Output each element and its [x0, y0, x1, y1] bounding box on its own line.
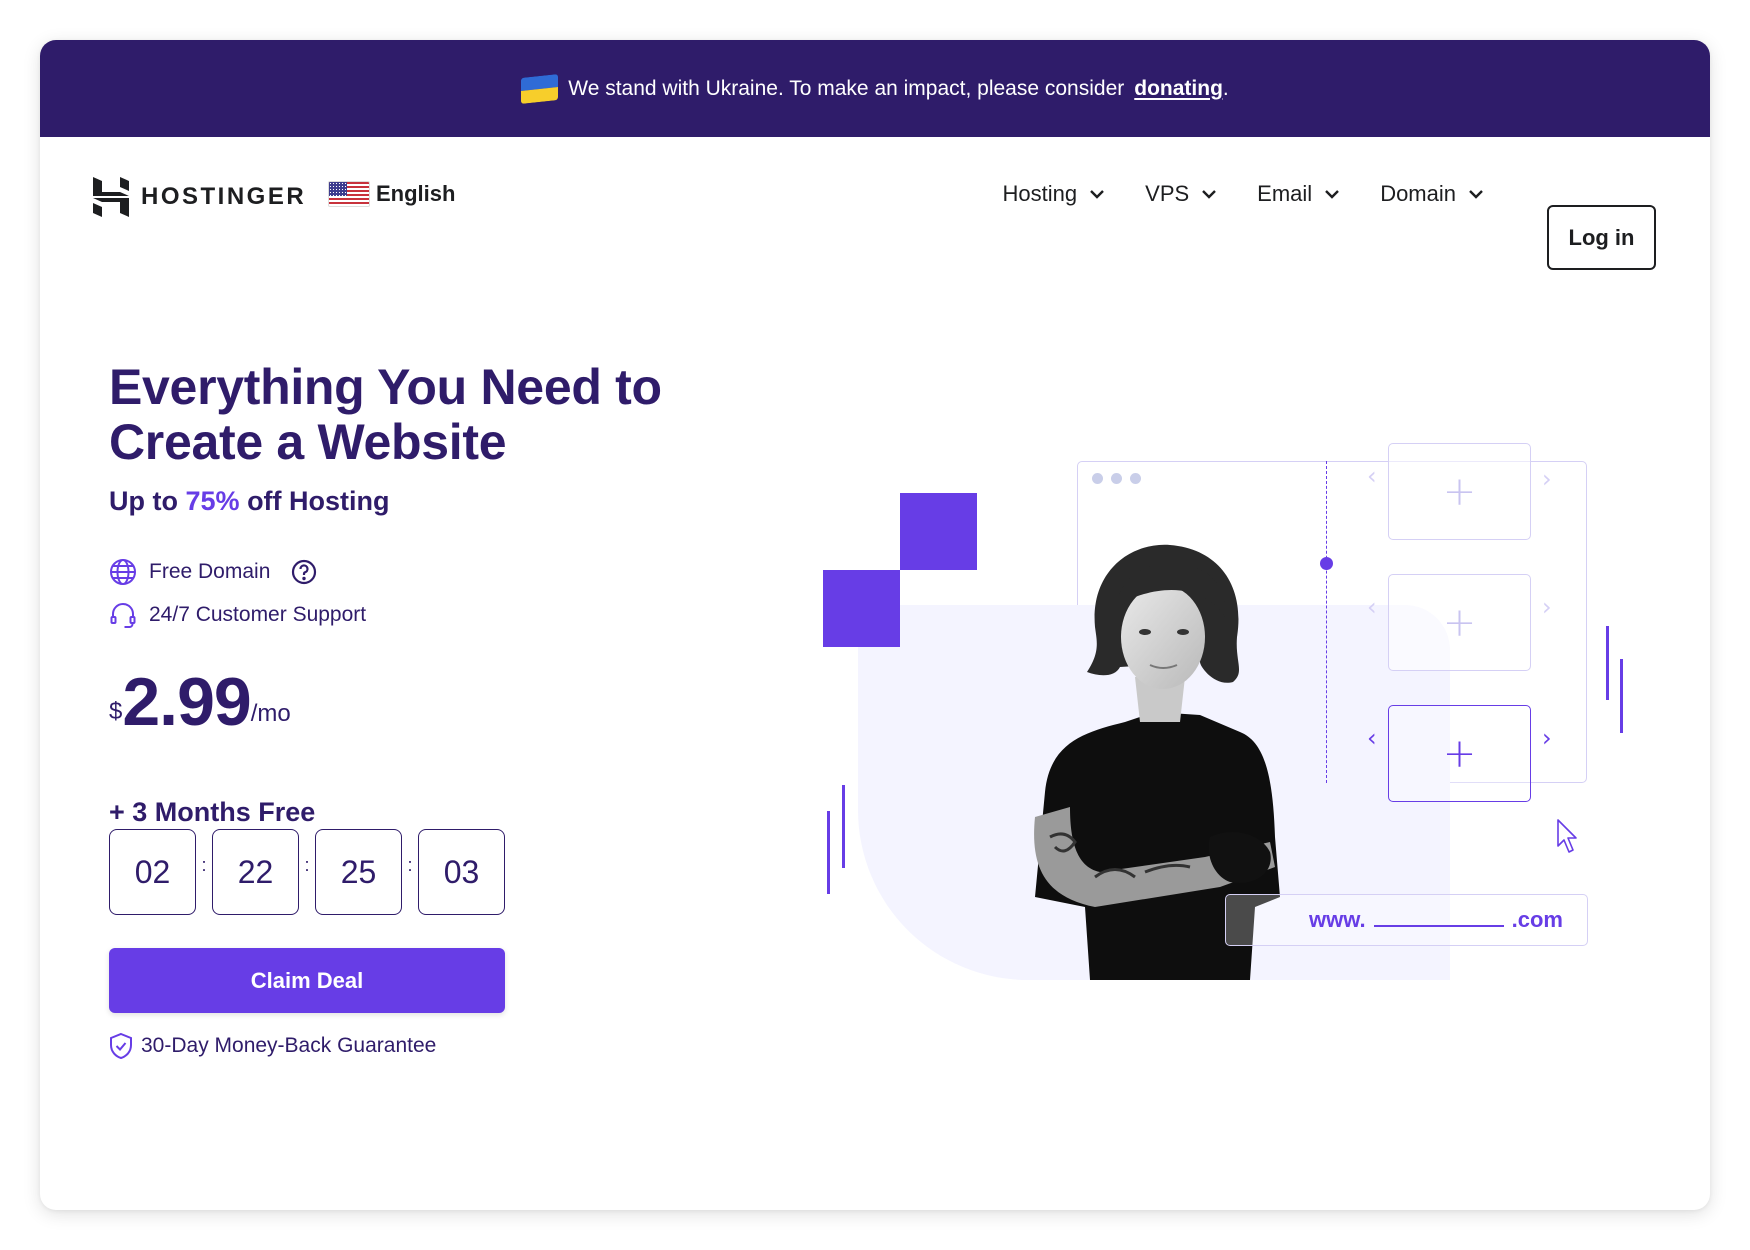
arrow-right-icon: ›	[1542, 465, 1552, 493]
price-amount: 2.99	[122, 664, 251, 740]
hero-title-line1: Everything You Need to	[109, 359, 662, 415]
feature-free-domain: Free Domain	[109, 558, 318, 586]
browser-frame	[1077, 461, 1587, 783]
main-nav: Hosting VPS Email Domain	[1003, 181, 1484, 207]
guarantee-label: 30-Day Money-Back Guarantee	[141, 1034, 437, 1057]
login-button[interactable]: Log in	[1547, 205, 1656, 270]
timer-separator: :	[304, 854, 310, 875]
price-period: /mo	[250, 700, 291, 727]
price: $ 2.99 /mo	[109, 668, 291, 736]
discount-percent: 75%	[185, 486, 240, 516]
arrow-right-icon: ›	[1542, 593, 1552, 621]
decor-square	[823, 570, 900, 647]
widget-card: +	[1388, 443, 1531, 540]
headset-icon	[110, 603, 136, 628]
chevron-down-icon	[1202, 190, 1217, 199]
banner-message: We stand with Ukraine. To make an impact…	[568, 76, 1125, 100]
help-circle-icon[interactable]	[290, 558, 318, 586]
bonus-months: + 3 Months Free	[109, 797, 316, 827]
decor-line	[842, 785, 845, 868]
arrow-left-icon: ‹	[1367, 593, 1377, 621]
ukraine-banner: We stand with Ukraine. To make an impact…	[40, 40, 1710, 137]
url-suffix: .com	[1511, 907, 1563, 932]
widget-card: +	[1388, 574, 1531, 671]
hero-title: Everything You Need to Create a Website	[109, 360, 662, 470]
url-prefix: www.	[1309, 907, 1366, 932]
page-card: We stand with Ukraine. To make an impact…	[40, 40, 1710, 1210]
hostinger-logo-icon	[93, 177, 129, 217]
site-header: HOSTINGER English Hosting VPS Email Doma…	[40, 137, 1710, 270]
hero-subtitle: Up to 75% off Hosting	[109, 486, 390, 517]
chevron-down-icon	[1325, 190, 1340, 199]
donating-link[interactable]: donating	[1134, 77, 1223, 100]
decor-square	[900, 493, 977, 570]
url-blank-line	[1373, 925, 1504, 927]
chevron-down-icon	[1469, 190, 1483, 199]
nav-domain[interactable]: Domain	[1380, 181, 1484, 207]
plus-icon: +	[1442, 468, 1477, 515]
globe-icon	[110, 559, 136, 585]
nav-domain-label: Domain	[1380, 181, 1456, 206]
widget-card-active: +	[1388, 705, 1531, 802]
feature-label: 24/7 Customer Support	[149, 603, 367, 626]
plus-icon: +	[1442, 730, 1477, 777]
plus-icon: +	[1442, 599, 1477, 646]
countdown-timer: 02 : 22 : 25 : 03	[109, 829, 505, 915]
logo-text: HOSTINGER	[141, 183, 307, 210]
nav-hosting-label: Hosting	[1002, 181, 1078, 206]
timer-seconds: 03	[418, 829, 505, 915]
nav-email-label: Email	[1257, 181, 1313, 206]
shield-check-icon	[110, 1032, 132, 1060]
decor-line	[1606, 626, 1609, 700]
ukraine-flag-icon	[521, 73, 559, 104]
nav-vps[interactable]: VPS	[1145, 181, 1217, 207]
mouse-cursor-icon	[1557, 819, 1577, 853]
dashed-guide	[1326, 461, 1327, 783]
arrow-left-icon: ‹	[1367, 462, 1377, 490]
language-selector[interactable]: English	[328, 181, 455, 207]
hostinger-logo[interactable]: HOSTINGER	[93, 177, 306, 217]
nav-hosting[interactable]: Hosting	[1003, 181, 1106, 207]
timer-days: 02	[109, 829, 196, 915]
us-flag-icon	[328, 181, 370, 207]
money-back-guarantee: 30-Day Money-Back Guarantee	[109, 1032, 436, 1060]
price-currency: $	[109, 698, 123, 725]
decor-line	[1620, 659, 1623, 733]
person-photo	[1034, 544, 1280, 980]
feature-label: Free Domain	[149, 560, 271, 583]
hero-title-line2: Create a Website	[109, 414, 507, 470]
decor-line	[827, 811, 830, 894]
subtitle-prefix: Up to	[109, 486, 178, 516]
language-label: English	[376, 181, 456, 206]
timer-separator: :	[407, 854, 413, 875]
timer-minutes: 25	[315, 829, 402, 915]
feature-support: 24/7 Customer Support	[109, 601, 366, 629]
banner-link-wrap: donating.	[1134, 77, 1229, 101]
background-panel	[858, 605, 1450, 980]
timer-separator: :	[201, 854, 207, 875]
banner-suffix: .	[1222, 76, 1229, 100]
claim-deal-button[interactable]: Claim Deal	[109, 948, 505, 1013]
chevron-down-icon	[1090, 190, 1104, 199]
nav-vps-label: VPS	[1145, 181, 1190, 206]
window-dots	[1092, 473, 1141, 484]
arrow-left-icon: ‹	[1367, 724, 1377, 752]
domain-search-bar: www. .com	[1225, 894, 1588, 946]
timer-hours: 22	[212, 829, 299, 915]
nav-email[interactable]: Email	[1257, 181, 1340, 207]
guide-dot	[1320, 557, 1333, 570]
subtitle-suffix: off Hosting	[247, 486, 390, 516]
arrow-right-icon: ›	[1542, 724, 1552, 752]
